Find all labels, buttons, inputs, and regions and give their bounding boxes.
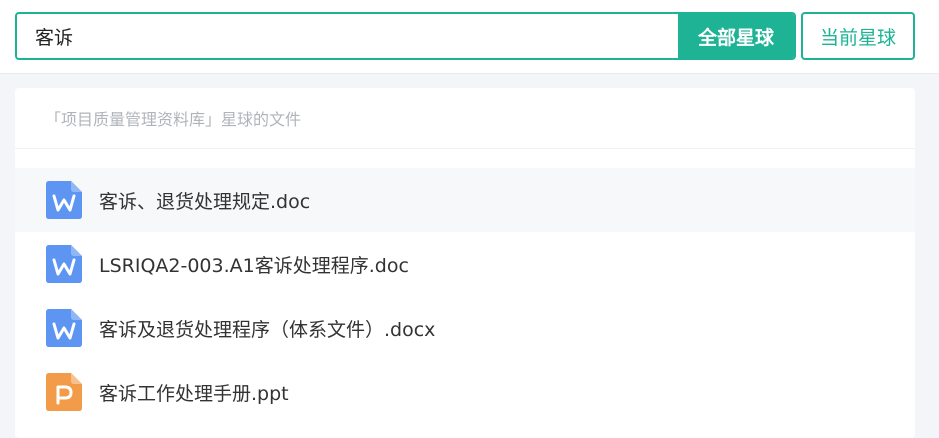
- results-panel: 「项目质量管理资料库」星球的文件 客诉、退货处理规定.doc LSRIQA2-0…: [15, 88, 915, 438]
- file-name: 客诉、退货处理规定.doc: [99, 190, 311, 213]
- search-all-planets-button[interactable]: 全部星球: [678, 14, 794, 58]
- file-name: 客诉及退货处理程序（体系文件）.docx: [99, 318, 436, 341]
- search-current-planet-button[interactable]: 当前星球: [801, 12, 915, 60]
- file-item[interactable]: 客诉工作处理手册.ppt: [15, 360, 915, 424]
- file-item[interactable]: 客诉、退货处理规定.doc: [15, 168, 915, 232]
- word-file-icon: [46, 245, 82, 283]
- powerpoint-file-icon: [46, 373, 82, 411]
- search-bar: 全部星球 当前星球: [0, 0, 939, 74]
- file-item[interactable]: LSRIQA2-003.A1客诉处理程序.doc: [15, 232, 915, 296]
- file-name: 客诉工作处理手册.ppt: [99, 382, 289, 405]
- file-list: 客诉、退货处理规定.doc LSRIQA2-003.A1客诉处理程序.doc 客…: [15, 168, 915, 424]
- section-title: 「项目质量管理资料库」星球的文件: [15, 88, 915, 149]
- file-item[interactable]: 客诉及退货处理程序（体系文件）.docx: [15, 296, 915, 360]
- file-name: LSRIQA2-003.A1客诉处理程序.doc: [99, 254, 409, 277]
- word-file-icon: [46, 309, 82, 347]
- search-input[interactable]: [17, 14, 678, 58]
- search-box: 全部星球: [15, 12, 796, 60]
- word-file-icon: [46, 181, 82, 219]
